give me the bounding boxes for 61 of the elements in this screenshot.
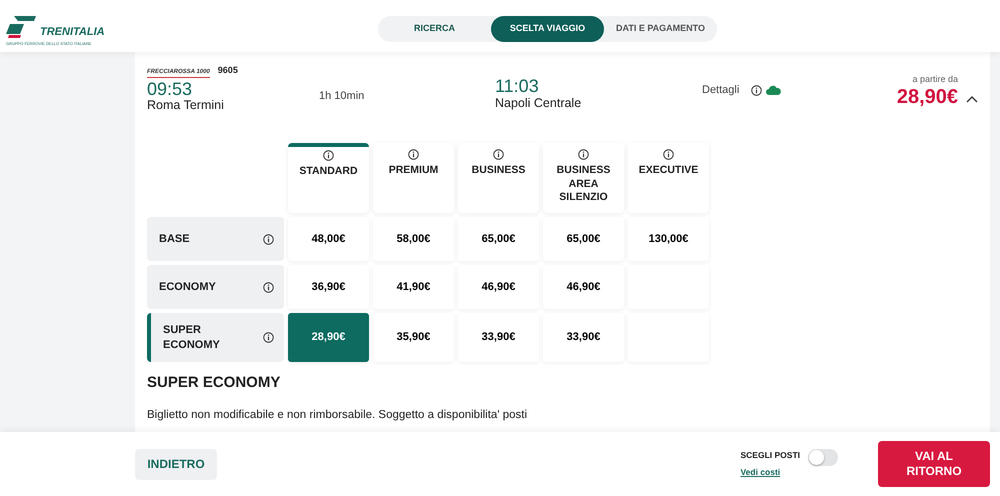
price-cell[interactable]: 65,00€ — [458, 217, 539, 261]
class-header[interactable]: EXECUTIVE — [628, 143, 709, 213]
class-label: BUSINESS — [470, 164, 526, 178]
back-button[interactable]: INDIETRO — [135, 448, 217, 480]
chevron-up-icon[interactable] — [966, 94, 978, 102]
fare-label: BASE — [159, 232, 190, 246]
logo-icon — [6, 16, 36, 38]
fare-row-header[interactable]: BASE — [147, 217, 284, 261]
info-icon[interactable] — [493, 149, 504, 160]
brand-name: TRENITALIA — [40, 27, 105, 38]
fare-row-header[interactable]: ECONOMY — [147, 265, 284, 309]
price-cell[interactable]: 41,90€ — [373, 265, 454, 309]
class-label: STANDARD — [298, 165, 359, 179]
fare-row-header[interactable]: SUPER ECONOMY — [147, 313, 284, 362]
price-cell[interactable]: 35,90€ — [373, 313, 454, 362]
info-icon[interactable] — [263, 282, 274, 292]
info-icon[interactable] — [408, 149, 419, 160]
price-caption: a partire da — [912, 73, 958, 86]
seat-label: SCEGLI POSTI — [740, 449, 800, 462]
duration: 1h 10min — [319, 90, 364, 102]
class-label: EXECUTIVE — [638, 164, 700, 178]
cloud-icon — [766, 85, 782, 96]
fare-description: Biglietto non modificabile e non rimborsabile. Soggetto a disponibilita' posti — [147, 408, 528, 422]
train-number: 9605 — [218, 64, 238, 77]
seat-toggle[interactable] — [808, 449, 838, 466]
departure-time: 09:53 — [147, 80, 194, 100]
class-header[interactable]: PREMIUM — [373, 143, 454, 213]
price-cell[interactable]: 65,00€ — [543, 217, 624, 261]
info-icon[interactable] — [263, 332, 274, 343]
info-icon[interactable] — [751, 84, 762, 96]
info-icon[interactable] — [663, 149, 674, 160]
arrival-time: 11:03 — [495, 77, 540, 97]
price-cell[interactable]: 33,90€ — [458, 313, 539, 362]
departure-station: Roma Termini — [147, 99, 225, 114]
class-label: PREMIUM — [388, 164, 440, 178]
price-cell[interactable]: 33,90€ — [543, 313, 624, 362]
class-header[interactable]: BUSINESS — [458, 143, 539, 213]
details-link[interactable]: Dettagli — [702, 82, 740, 98]
price-cell[interactable]: 36,90€ — [288, 265, 369, 309]
info-icon[interactable] — [323, 150, 334, 161]
arrival-station: Napoli Centrale — [495, 96, 582, 111]
fare-label: ECONOMY — [159, 280, 216, 294]
next-button[interactable]: VAI AL RITORNO — [878, 441, 990, 487]
price-cell[interactable]: 130,00€ — [628, 217, 709, 261]
price-cell[interactable]: 48,00€ — [288, 217, 369, 261]
class-header[interactable]: STANDARD — [288, 143, 369, 213]
costs-link[interactable]: Vedi costi — [740, 466, 800, 479]
fare-label: SUPER ECONOMY — [163, 323, 221, 352]
fare-title: SUPER ECONOMY — [147, 373, 282, 393]
step-tab[interactable]: DATI E PAGAMENTO — [604, 16, 717, 42]
info-icon[interactable] — [578, 149, 589, 160]
info-icon[interactable] — [263, 234, 274, 244]
price-cell[interactable]: 46,90€ — [458, 265, 539, 309]
step-tab[interactable]: RICERCA — [378, 16, 491, 42]
price-cell[interactable]: 58,00€ — [373, 217, 454, 261]
class-label: BUSINESS AREA SILENZIO — [556, 164, 612, 205]
step-tab[interactable]: SCELTA VIAGGIO — [491, 16, 604, 42]
price-cell[interactable]: 46,90€ — [543, 265, 624, 309]
class-header[interactable]: BUSINESS AREA SILENZIO — [543, 143, 624, 213]
price: 28,90€ — [896, 86, 958, 106]
price-cell[interactable]: 28,90€ — [288, 313, 369, 362]
